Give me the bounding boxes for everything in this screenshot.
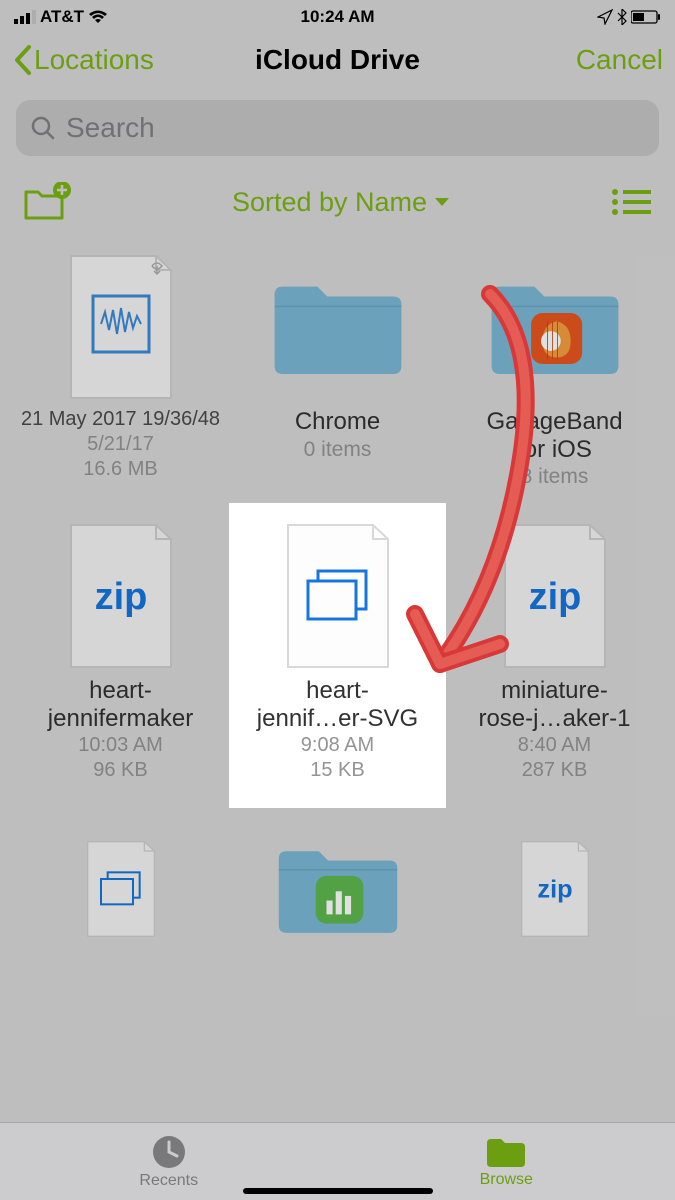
folder-item[interactable]: [229, 802, 446, 984]
new-folder-button[interactable]: [24, 182, 72, 222]
sort-button[interactable]: Sorted by Name: [232, 187, 451, 218]
nav-bar: Locations iCloud Drive Cancel: [0, 28, 675, 92]
svg-text:zip: zip: [537, 876, 572, 904]
signal-icon: [14, 10, 36, 24]
item-name: GarageBand for iOS: [486, 408, 622, 463]
file-item-selected[interactable]: heart- jennif…er-SVG 9:08 AM 15 KB: [229, 503, 446, 808]
back-button[interactable]: Locations: [12, 43, 154, 77]
folder-item[interactable]: Chrome 0 items: [229, 240, 446, 509]
chevron-down-icon: [433, 196, 451, 208]
item-name: heart- jennifermaker: [48, 677, 193, 732]
svg-text:zip: zip: [94, 576, 147, 618]
cancel-button[interactable]: Cancel: [576, 44, 663, 76]
item-date: 5/21/17: [87, 433, 154, 456]
file-item[interactable]: zip heart- jennifermaker 10:03 AM 96 KB: [12, 509, 229, 802]
item-size: 96 KB: [93, 759, 147, 782]
item-name: miniature- rose-j…aker-1: [478, 677, 630, 732]
view-toggle-button[interactable]: [611, 188, 651, 216]
file-item[interactable]: zip: [446, 802, 663, 984]
tab-label: Browse: [480, 1171, 533, 1189]
file-item[interactable]: 21 May 2017 19/36/48 5/21/17 16.6 MB: [12, 240, 229, 509]
clock-icon: [151, 1134, 187, 1170]
folder-icon: [485, 1135, 527, 1169]
search-icon: [30, 115, 56, 141]
home-indicator[interactable]: [243, 1188, 433, 1194]
page-title: iCloud Drive: [255, 44, 420, 76]
wifi-icon: [88, 10, 108, 24]
item-date: 8:40 AM: [518, 734, 591, 757]
file-grid: 21 May 2017 19/36/48 5/21/17 16.6 MB Chr…: [0, 240, 675, 984]
item-size: 287 KB: [522, 759, 588, 782]
carrier-label: AT&T: [40, 7, 84, 27]
svg-text:zip: zip: [528, 576, 581, 618]
item-date: 10:03 AM: [78, 734, 163, 757]
item-name: heart- jennif…er-SVG: [257, 677, 418, 732]
status-bar: AT&T 10:24 AM: [0, 0, 675, 28]
clock: 10:24 AM: [300, 7, 374, 27]
item-size: 15 KB: [310, 759, 364, 782]
item-sub: 0 items: [304, 438, 372, 462]
location-icon: [597, 9, 613, 25]
folder-item[interactable]: GarageBand for iOS 8 items: [446, 240, 663, 509]
bluetooth-icon: [617, 9, 627, 25]
toolbar: Sorted by Name: [0, 168, 675, 240]
sort-label-text: Sorted by Name: [232, 187, 427, 218]
battery-icon: [631, 10, 661, 24]
tab-label: Recents: [139, 1172, 198, 1190]
file-item[interactable]: [12, 802, 229, 984]
item-sub: 8 items: [521, 465, 589, 489]
chevron-left-icon: [12, 43, 34, 77]
item-name: 21 May 2017 19/36/48: [21, 408, 220, 431]
search-input[interactable]: Search: [16, 100, 659, 156]
item-name: Chrome: [295, 408, 380, 436]
back-label: Locations: [34, 44, 154, 76]
file-item[interactable]: zip miniature- rose-j…aker-1 8:40 AM 287…: [446, 509, 663, 802]
item-date: 9:08 AM: [301, 734, 374, 757]
item-size: 16.6 MB: [83, 458, 157, 481]
search-placeholder: Search: [66, 112, 155, 144]
